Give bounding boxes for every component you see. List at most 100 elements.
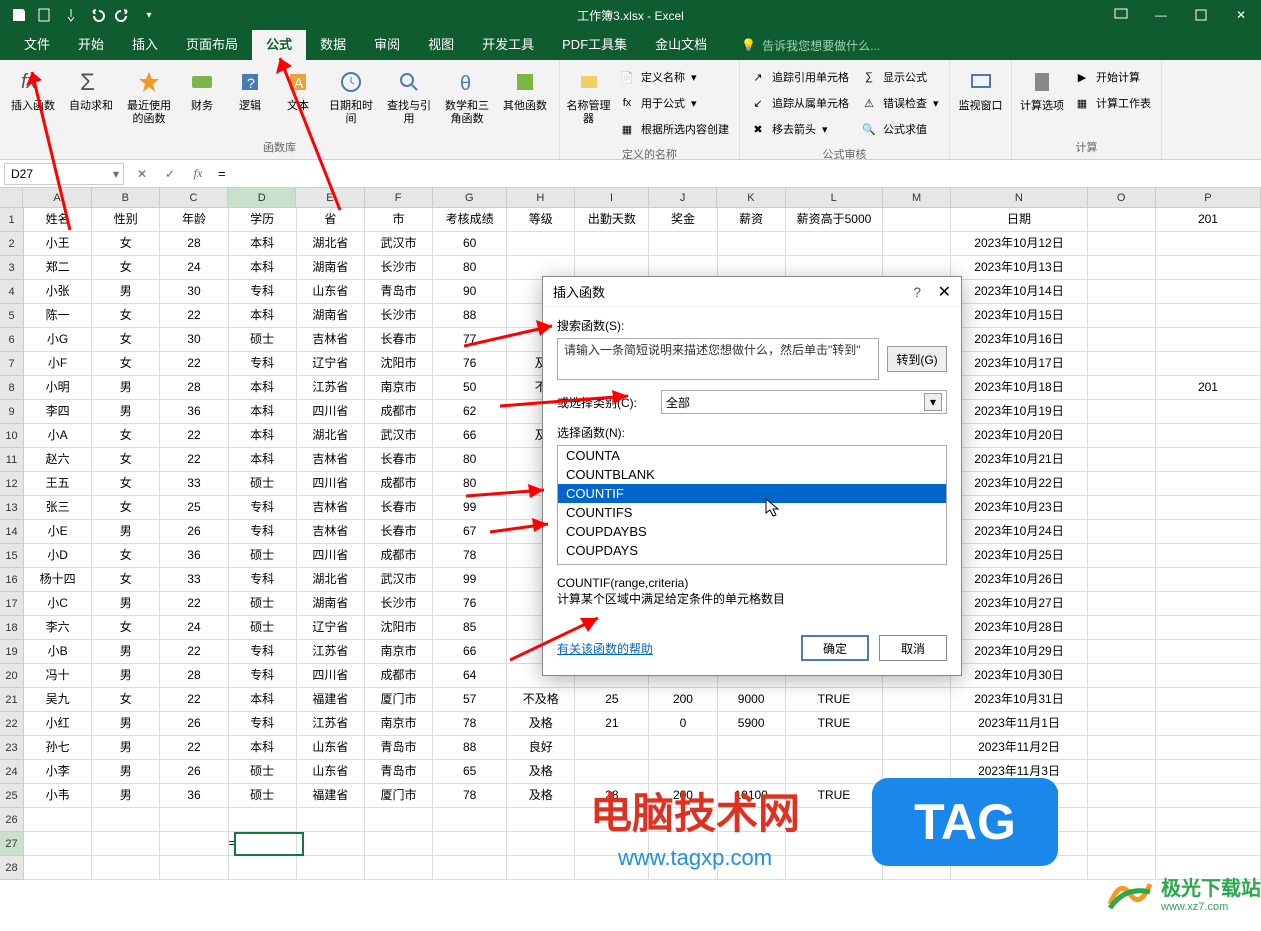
cell[interactable]: 青岛市 — [365, 736, 433, 759]
cell[interactable] — [883, 712, 951, 735]
cell[interactable]: 9000 — [718, 688, 786, 711]
cell[interactable]: 省 — [297, 208, 365, 231]
cell[interactable]: 本科 — [229, 688, 297, 711]
row-header[interactable]: 7 — [0, 352, 24, 376]
cell[interactable]: 62 — [433, 400, 507, 423]
cell[interactable] — [575, 856, 649, 879]
cell[interactable]: 2023年10月23日 — [951, 496, 1087, 519]
cell[interactable]: 湖南省 — [297, 592, 365, 615]
cell[interactable] — [1088, 424, 1156, 447]
qat-touch-icon[interactable] — [62, 6, 80, 24]
cell[interactable] — [1156, 760, 1261, 783]
cell[interactable]: 小明 — [24, 376, 92, 399]
cell[interactable]: 长沙市 — [365, 592, 433, 615]
cell[interactable]: 郑二 — [24, 256, 92, 279]
column-header[interactable]: C — [160, 188, 228, 207]
cell[interactable] — [1088, 544, 1156, 567]
cell[interactable]: 女 — [92, 304, 160, 327]
cell[interactable]: 女 — [92, 256, 160, 279]
cell[interactable]: 80 — [433, 472, 507, 495]
cell[interactable] — [1088, 520, 1156, 543]
tab-page-layout[interactable]: 页面布局 — [172, 30, 252, 60]
cell[interactable] — [718, 856, 786, 879]
cell[interactable]: 85 — [433, 616, 507, 639]
cell[interactable] — [1156, 616, 1261, 639]
cell[interactable] — [229, 856, 297, 879]
insert-function-button[interactable]: fx 插入函数 — [4, 62, 62, 117]
cell[interactable] — [883, 688, 951, 711]
enter-formula-icon[interactable]: ✓ — [156, 160, 184, 188]
row-header[interactable]: 11 — [0, 448, 24, 472]
cell[interactable] — [786, 832, 883, 855]
row-header[interactable]: 26 — [0, 808, 24, 832]
cell[interactable]: 25 — [575, 688, 649, 711]
cell[interactable]: 专科 — [229, 352, 297, 375]
cell[interactable]: 孙七 — [24, 736, 92, 759]
cell[interactable] — [1088, 736, 1156, 759]
cell[interactable]: 南京市 — [365, 640, 433, 663]
cell[interactable] — [1156, 232, 1261, 255]
cell[interactable]: 28 — [160, 376, 228, 399]
cell[interactable]: 26 — [160, 712, 228, 735]
cell[interactable]: 22 — [160, 448, 228, 471]
math-button[interactable]: θ 数学和三角函数 — [438, 62, 496, 130]
cell[interactable]: 2023年10月22日 — [951, 472, 1087, 495]
cancel-button[interactable]: 取消 — [879, 635, 947, 661]
cell[interactable]: 考核成绩 — [433, 208, 507, 231]
cell[interactable] — [1156, 304, 1261, 327]
cell[interactable]: 良好 — [507, 736, 575, 759]
cell[interactable]: 36 — [160, 400, 228, 423]
cell[interactable] — [160, 832, 228, 855]
cell[interactable]: 男 — [92, 664, 160, 687]
cell[interactable]: 2023年10月14日 — [951, 280, 1087, 303]
cell[interactable]: 男 — [92, 712, 160, 735]
cell[interactable]: 山东省 — [297, 736, 365, 759]
cell[interactable]: 201 — [1156, 208, 1261, 231]
cell[interactable]: 90 — [433, 280, 507, 303]
cell[interactable]: 湖北省 — [297, 232, 365, 255]
cell[interactable]: 硕士 — [229, 760, 297, 783]
cell[interactable]: 女 — [92, 568, 160, 591]
function-list[interactable]: COUNTACOUNTBLANKCOUNTIFCOUNTIFSCOUPDAYBS… — [557, 445, 947, 565]
cell[interactable] — [507, 856, 575, 879]
cell[interactable]: 36 — [160, 544, 228, 567]
cell[interactable]: 2023年10月19日 — [951, 400, 1087, 423]
cell[interactable] — [1088, 760, 1156, 783]
cell[interactable]: 长春市 — [365, 328, 433, 351]
cell[interactable] — [24, 832, 92, 855]
row-header[interactable]: 16 — [0, 568, 24, 592]
cell[interactable]: 奖金 — [649, 208, 717, 231]
autosum-button[interactable]: Σ 自动求和 — [62, 62, 120, 117]
cell[interactable]: 65 — [433, 760, 507, 783]
cell[interactable]: 武汉市 — [365, 568, 433, 591]
error-check-button[interactable]: ⚠错误检查 ▾ — [861, 92, 939, 114]
cell[interactable]: 四川省 — [297, 472, 365, 495]
cell[interactable]: 2023年10月18日 — [951, 376, 1087, 399]
cell[interactable] — [786, 856, 883, 879]
column-header[interactable]: F — [365, 188, 433, 207]
cell[interactable]: 长春市 — [365, 520, 433, 543]
cell[interactable]: 33 — [160, 472, 228, 495]
cell[interactable] — [433, 856, 507, 879]
cell[interactable] — [297, 808, 365, 831]
cell[interactable]: 33 — [160, 568, 228, 591]
cell[interactable]: 2023年10月28日 — [951, 616, 1087, 639]
column-header[interactable]: N — [951, 188, 1087, 207]
maximize-icon[interactable] — [1181, 0, 1221, 30]
cell[interactable]: 男 — [92, 784, 160, 807]
cell[interactable]: 成都市 — [365, 664, 433, 687]
column-header[interactable]: D — [228, 188, 296, 207]
cell[interactable] — [575, 808, 649, 831]
show-formulas-button[interactable]: ∑显示公式 — [861, 66, 939, 88]
lookup-button[interactable]: 查找与引用 — [380, 62, 438, 130]
cell[interactable] — [1156, 712, 1261, 735]
cell[interactable]: 山东省 — [297, 760, 365, 783]
cell[interactable]: 硕士 — [229, 328, 297, 351]
category-select[interactable]: 全部 ▾ — [661, 390, 947, 414]
cell[interactable]: 沈阳市 — [365, 352, 433, 375]
row-header[interactable]: 5 — [0, 304, 24, 328]
cell[interactable] — [649, 808, 717, 831]
cell[interactable]: 硕士 — [229, 616, 297, 639]
cell[interactable]: 吉林省 — [297, 328, 365, 351]
datetime-button[interactable]: 日期和时间 — [322, 62, 380, 130]
